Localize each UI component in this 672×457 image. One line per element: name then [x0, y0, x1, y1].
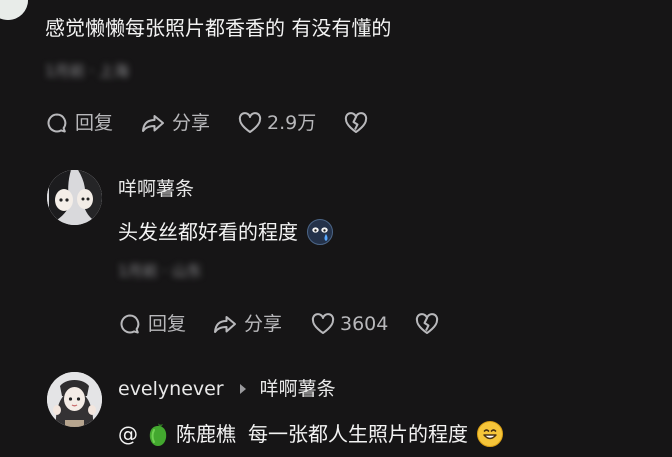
comment-2-meta: 1月前 · 山东 — [118, 262, 202, 280]
face-emoji-icon — [307, 219, 333, 245]
broken-heart-icon — [344, 112, 368, 133]
reply-bubble-icon — [47, 113, 67, 133]
avatar-mie-a-shu-tiao[interactable] — [47, 170, 102, 225]
comment-1-reply-button[interactable]: 回复 — [45, 110, 113, 136]
comment-1-text: 感觉懒懒每张照片都香香的 有没有懂的 — [45, 16, 392, 40]
comment-3-text: 每一张都人生照片的程度 — [248, 422, 468, 446]
mention-name[interactable]: 陈鹿樵 — [176, 422, 236, 446]
reply-bubble-icon — [120, 314, 140, 334]
comment-3-text-row: @ 陈鹿樵 每一张都人生照片的程度 — [118, 420, 504, 448]
broken-heart-icon — [415, 313, 439, 334]
comment-1-dislike-button[interactable] — [343, 110, 369, 136]
comment-2-text-row: 头发丝都好看的程度 — [118, 218, 334, 246]
grin-emoji-icon — [477, 421, 503, 447]
comment-1-meta: 1月前 · 上海 — [45, 62, 129, 80]
comment-2-share-button[interactable]: 分享 — [212, 311, 282, 337]
comment-2-text: 头发丝都好看的程度 — [118, 220, 298, 244]
comment-2-dislike-button[interactable] — [414, 311, 440, 337]
comment-2-author[interactable]: 咩啊薯条 — [118, 178, 194, 200]
mention-prefix: @ — [118, 422, 138, 446]
avatar-evelynever[interactable] — [47, 372, 102, 427]
share-label: 分享 — [172, 112, 211, 134]
comment-2-reply-button[interactable]: 回复 — [118, 311, 186, 337]
heart-outline-icon — [238, 112, 262, 133]
comment-1-share-button[interactable]: 分享 — [140, 110, 210, 136]
like-count: 2.9万 — [267, 112, 317, 134]
comment-1-like-button[interactable]: 2.9万 — [237, 110, 316, 136]
heart-outline-icon — [311, 313, 335, 334]
reply-label: 回复 — [75, 112, 114, 134]
comment-3-header: evelynever 咩啊薯条 — [118, 378, 336, 400]
comment-3-author[interactable]: evelynever — [118, 378, 224, 400]
avatar-partial-top[interactable] — [0, 0, 28, 20]
comment-2-like-button[interactable]: 3604 — [310, 311, 388, 337]
share-arrow-icon — [214, 316, 236, 333]
green-pepper-icon — [149, 423, 167, 446]
comment-3-reply-to[interactable]: 咩啊薯条 — [260, 378, 336, 400]
reply-label: 回复 — [148, 313, 187, 335]
share-label: 分享 — [244, 313, 283, 335]
share-arrow-icon — [142, 115, 164, 132]
reply-caret-icon — [239, 384, 246, 394]
like-count: 3604 — [340, 313, 389, 335]
